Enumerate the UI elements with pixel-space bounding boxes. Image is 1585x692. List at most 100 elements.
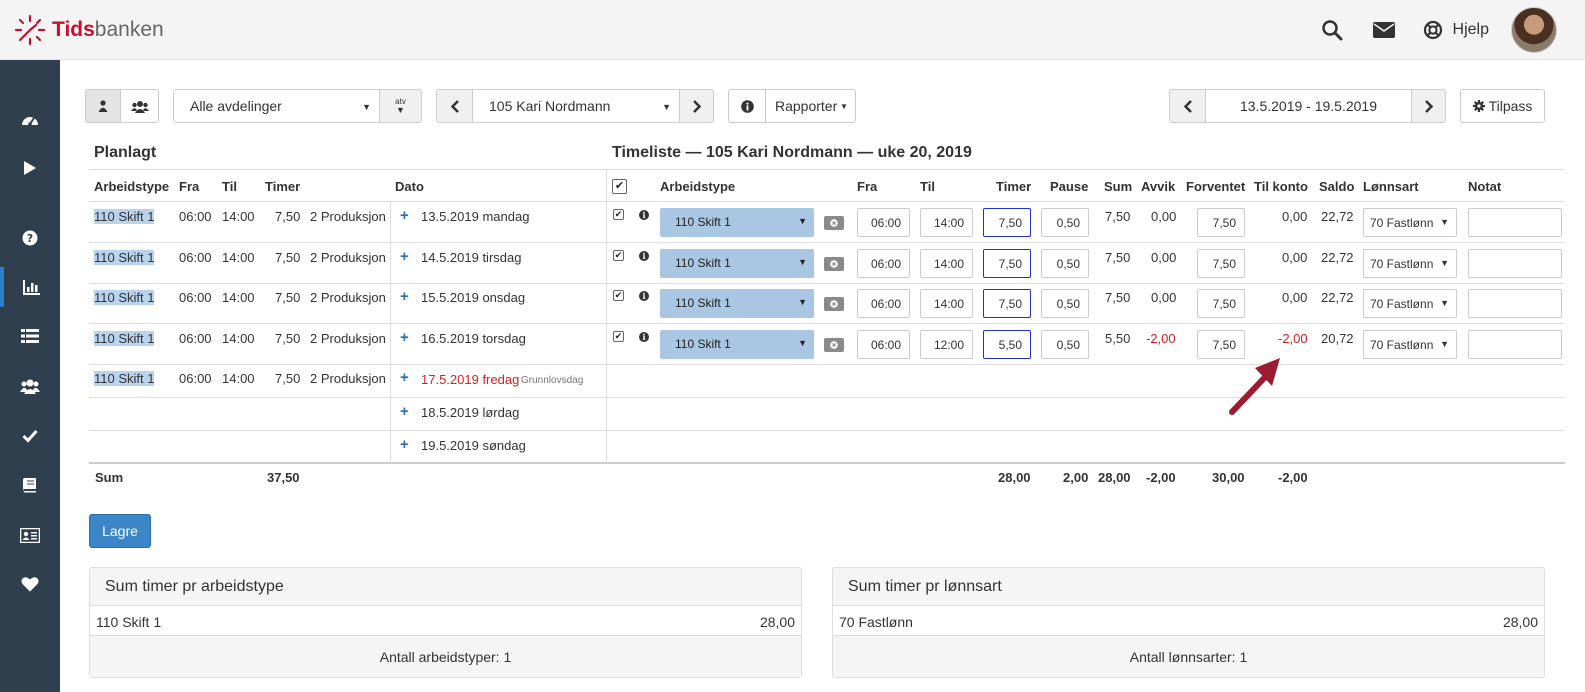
sum-label: Sum [95, 470, 124, 485]
add-entry-button[interactable]: + [400, 207, 409, 224]
til-input[interactable]: 12:00 [920, 330, 973, 359]
panel-row-value: 28,00 [759, 614, 795, 630]
pause-input[interactable]: 0,50 [1041, 330, 1089, 359]
id-card-icon[interactable] [0, 515, 60, 555]
col-header-timer: Timer [265, 179, 301, 194]
forventet-input[interactable]: 7,50 [1197, 289, 1245, 318]
department-select[interactable]: Alle avdelinger ▼ [173, 89, 380, 123]
wage-type-select[interactable]: 70 Fastlønn ▼ [1363, 249, 1457, 278]
customize-button[interactable]: Tilpass [1460, 89, 1545, 123]
row-checkbox[interactable]: ✔ [613, 331, 624, 342]
timer-input[interactable]: 7,50 [983, 289, 1031, 318]
single-user-view-button[interactable] [85, 89, 121, 123]
fra-input[interactable]: 06:00 [857, 330, 910, 359]
reports-dropdown-button[interactable]: Rapporter ▼ [765, 89, 856, 123]
select-all-checkbox[interactable]: ✔ [612, 179, 627, 194]
worktype-select[interactable]: 110 Skift 1 ▼ [660, 208, 814, 237]
add-entry-button[interactable]: + [400, 369, 409, 386]
fra-input[interactable]: 06:00 [857, 289, 910, 318]
forventet-input[interactable]: 7,50 [1197, 208, 1245, 237]
worktype-select[interactable]: 110 Skift 1 ▼ [660, 330, 814, 359]
group-view-button[interactable] [120, 89, 159, 123]
avatar[interactable] [1511, 7, 1557, 53]
pause-input[interactable]: 0,50 [1041, 249, 1089, 278]
clear-icon[interactable] [824, 257, 844, 271]
til-input[interactable]: 14:00 [920, 289, 973, 318]
previous-employee-button[interactable] [436, 89, 473, 123]
wage-type-select[interactable]: 70 Fastlønn ▼ [1363, 330, 1457, 359]
forventet-input[interactable]: 7,50 [1197, 249, 1245, 278]
logo[interactable]: Tidsbanken [14, 14, 164, 46]
chevron-right-icon [1424, 99, 1433, 113]
sum-value: 7,50 [1105, 209, 1131, 224]
add-entry-button[interactable]: + [400, 436, 409, 453]
til-konto-value: 0,00 [1282, 290, 1308, 305]
users-icon[interactable] [0, 366, 60, 406]
clear-icon[interactable] [824, 216, 844, 230]
next-employee-button[interactable] [679, 89, 714, 123]
planned-dept: 2 Produksjon [310, 371, 386, 386]
note-input[interactable] [1468, 330, 1562, 359]
save-button[interactable]: Lagre [89, 514, 151, 548]
heart-icon[interactable] [0, 564, 60, 604]
row-checkbox[interactable]: ✔ [613, 209, 624, 220]
add-entry-button[interactable]: + [400, 329, 409, 346]
info-icon[interactable]: i [639, 332, 649, 342]
note-input[interactable] [1468, 289, 1562, 318]
check-icon[interactable] [0, 416, 60, 456]
timer-input[interactable]: 5,50 [983, 330, 1031, 359]
atv-button[interactable]: atv ▼ [379, 89, 422, 123]
clear-icon[interactable] [824, 297, 844, 311]
planned-timer: 7,50 [275, 331, 301, 346]
planned-type: 110 Skift 1 [94, 290, 155, 305]
row-checkbox[interactable]: ✔ [613, 290, 624, 301]
fra-input[interactable]: 06:00 [857, 208, 910, 237]
header-bottom-rule [89, 201, 1565, 202]
sum-timer: 28,00 [998, 470, 1031, 485]
worktype-select[interactable]: 110 Skift 1 ▼ [660, 249, 814, 278]
col-header-dato: Dato [395, 179, 424, 194]
dashboard-icon[interactable] [0, 100, 60, 140]
timer-input[interactable]: 7,50 [983, 208, 1031, 237]
play-icon[interactable] [0, 148, 60, 188]
add-entry-button[interactable]: + [400, 248, 409, 265]
worktype-select[interactable]: 110 Skift 1 ▼ [660, 289, 814, 318]
holiday-note: Grunnlovsdag [521, 375, 584, 386]
wage-type-select[interactable]: 70 Fastlønn ▼ [1363, 289, 1457, 318]
help-circle-icon[interactable]: ? [0, 218, 60, 258]
saldo-value: 22,72 [1321, 209, 1354, 224]
info-icon[interactable]: i [639, 291, 649, 301]
search-icon[interactable] [1319, 17, 1345, 43]
info-icon[interactable]: i [639, 210, 649, 220]
planned-til: 14:00 [222, 331, 255, 346]
pause-input[interactable]: 0,50 [1041, 289, 1089, 318]
pause-input[interactable]: 0,50 [1041, 208, 1089, 237]
add-entry-button[interactable]: + [400, 288, 409, 305]
mail-icon[interactable] [1371, 17, 1397, 43]
next-week-button[interactable] [1411, 89, 1446, 123]
date-range-field[interactable]: 13.5.2019 - 19.5.2019 [1205, 89, 1412, 123]
note-input[interactable] [1468, 208, 1562, 237]
note-input[interactable] [1468, 249, 1562, 278]
info-button[interactable] [728, 89, 766, 123]
planned-type: 110 Skift 1 [94, 250, 155, 265]
wage-type-select[interactable]: 70 Fastlønn ▼ [1363, 208, 1457, 237]
list-icon[interactable] [0, 316, 60, 356]
clear-icon[interactable] [824, 338, 844, 352]
timer-input[interactable]: 7,50 [983, 249, 1031, 278]
til-input[interactable]: 14:00 [920, 208, 973, 237]
panel-row-label: 110 Skift 1 [96, 614, 162, 630]
bar-chart-icon[interactable] [0, 267, 60, 307]
col-header-ts-fra: Fra [857, 179, 878, 194]
previous-week-button[interactable] [1169, 89, 1206, 123]
fra-input[interactable]: 06:00 [857, 249, 910, 278]
planned-dept: 2 Produksjon [310, 290, 386, 305]
employee-select[interactable]: 105 Kari Nordmann ▼ [472, 89, 680, 123]
help-button[interactable]: Hjelp [1423, 20, 1489, 40]
til-input[interactable]: 14:00 [920, 249, 973, 278]
book-icon[interactable] [0, 465, 60, 505]
sum-avvik: -2,00 [1146, 470, 1176, 485]
add-entry-button[interactable]: + [400, 403, 409, 420]
info-icon[interactable]: i [639, 251, 649, 261]
row-checkbox[interactable]: ✔ [613, 250, 624, 261]
